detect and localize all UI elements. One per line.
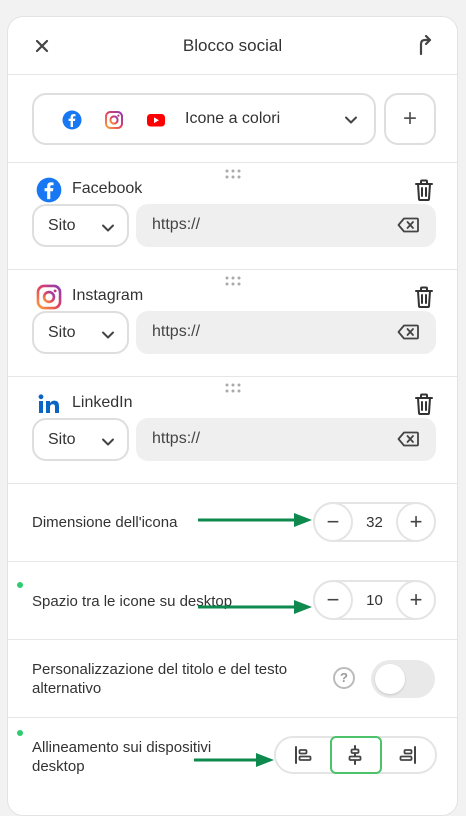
instagram-icon [36,284,62,310]
alignment-selector [274,736,437,774]
icon-style-label: Icone a colori [185,110,281,127]
plus-icon: + [409,509,423,534]
link-type-select[interactable]: Sito [32,311,129,354]
clear-input-icon[interactable] [397,324,419,340]
social-item-instagram: Instagram Sito https:// [8,270,457,377]
icon-style-select[interactable]: Icone a colori [32,93,376,145]
icon-style-row: Icone a colori + [8,75,457,163]
linkedin-icon [38,394,59,413]
icon-spacing-value[interactable]: 10 [355,592,394,609]
decrease-button[interactable]: − [313,580,353,620]
title-alt-label: Personalizzazione del titolo e del testo… [32,661,288,697]
panel-title: Blocco social [182,36,283,55]
facebook-icon [62,110,82,130]
change-indicator-dot [17,730,23,736]
drag-handle-icon[interactable] [224,383,242,395]
add-social-button[interactable]: + [384,93,436,145]
icon-size-value[interactable]: 32 [355,514,394,531]
decrease-button[interactable]: − [313,502,353,542]
chevron-down-icon [102,438,114,446]
youtube-icon [147,114,165,127]
url-value: https:// [152,323,201,340]
plus-icon: + [409,587,423,612]
drag-handle-icon[interactable] [224,169,242,181]
url-value: https:// [152,216,201,233]
align-center-icon [348,745,362,765]
increase-button[interactable]: + [396,580,436,620]
minus-icon: − [326,587,340,612]
url-input[interactable]: https:// [136,418,436,461]
plus-icon: + [402,105,417,132]
trash-icon[interactable] [413,285,435,309]
link-type-select[interactable]: Sito [32,418,129,461]
help-icon[interactable]: ? [333,667,355,689]
url-input[interactable]: https:// [136,204,436,247]
align-center-button[interactable] [330,736,382,774]
annotation-arrow [198,600,312,614]
url-input[interactable]: https:// [136,311,436,354]
clear-input-icon[interactable] [397,217,419,233]
alignment-setting: Allineamento sui dispositivi desktop [8,718,457,798]
align-right-button[interactable] [383,736,435,774]
chevron-down-icon [102,331,114,339]
link-type-value: Sito [48,324,76,341]
title-alt-toggle[interactable] [371,660,435,698]
social-block-panel: Blocco social Icone a colori + Facebook … [7,16,458,816]
icon-spacing-stepper: − 10 + [313,580,436,620]
clear-input-icon[interactable] [397,431,419,447]
social-item-linkedin: LinkedIn Sito https:// [8,377,457,484]
social-item-facebook: Facebook Sito https:// [8,163,457,270]
icon-size-setting: Dimensione dell'icona − 32 + [8,484,457,562]
align-left-button[interactable] [278,736,330,774]
align-right-icon [399,746,416,764]
annotation-arrow [194,753,274,767]
instagram-icon [105,111,123,129]
chevron-down-icon [345,116,357,124]
icon-size-stepper: − 32 + [313,502,436,542]
icon-size-label: Dimensione dell'icona [32,514,178,531]
annotation-arrow [198,513,312,527]
icon-spacing-setting: Spazio tra le icone su desktop − 10 + [8,562,457,640]
move-up-icon[interactable] [413,35,435,57]
title-alt-setting: Personalizzazione del titolo e del testo… [8,640,457,718]
minus-icon: − [326,509,340,534]
social-name: LinkedIn [72,394,133,411]
url-value: https:// [152,430,201,447]
align-left-icon [295,746,312,764]
social-name: Facebook [72,180,143,197]
social-name: Instagram [72,287,144,304]
link-type-select[interactable]: Sito [32,204,129,247]
toggle-knob [375,664,405,694]
trash-icon[interactable] [413,392,435,416]
drag-handle-icon[interactable] [224,276,242,288]
link-type-value: Sito [48,217,76,234]
chevron-down-icon [102,224,114,232]
facebook-icon [36,177,62,203]
change-indicator-dot [17,582,23,588]
panel-header: Blocco social [8,17,457,75]
increase-button[interactable]: + [396,502,436,542]
trash-icon[interactable] [413,178,435,202]
link-type-value: Sito [48,431,76,448]
